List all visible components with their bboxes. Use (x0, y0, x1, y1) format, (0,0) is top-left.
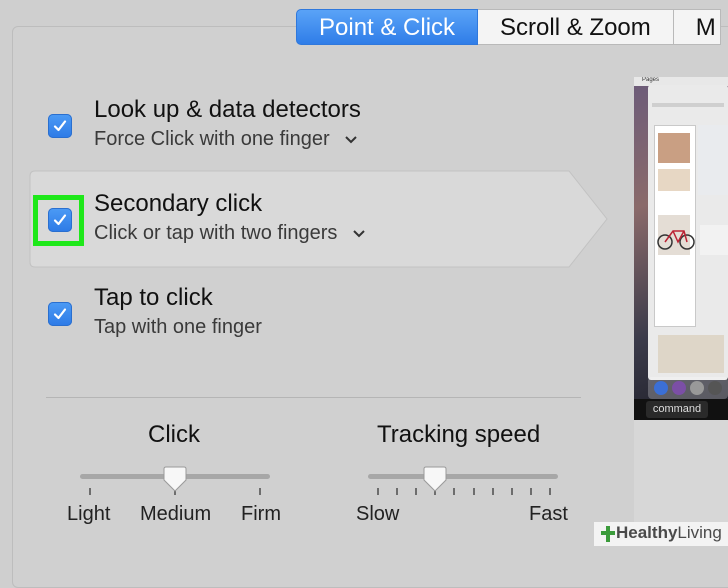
tap-to-click-checkbox[interactable] (48, 302, 72, 326)
click-mid-label: Medium (140, 503, 212, 525)
tracking-tick (415, 488, 418, 495)
click-max-label: Firm (241, 503, 281, 525)
lookup-gesture-menu[interactable]: Force Click with one finger (94, 128, 357, 151)
tracking-tick (396, 488, 399, 495)
tracking-max-label: Fast (529, 503, 568, 525)
checkmark-icon (53, 120, 67, 132)
tracking-tick (510, 488, 513, 495)
tab-point-and-click[interactable]: Point & Click (296, 9, 479, 45)
lookup-title: Look up & data detectors (94, 96, 361, 123)
tap-to-click-subtitle: Tap with one finger (94, 316, 262, 338)
secondary-click-gesture-menu[interactable]: Click or tap with two fingers (94, 222, 365, 245)
tracking-tick (453, 488, 456, 495)
watermark-brand-bold: Healthy (616, 523, 678, 542)
watermark-text: HealthyLiving (616, 523, 722, 543)
tracking-slider-track[interactable] (368, 474, 558, 479)
tracking-tick (529, 488, 532, 495)
tracking-tick (491, 488, 494, 495)
chevron-down-icon (345, 136, 357, 144)
annotation-highlight-box (33, 195, 84, 246)
selected-option-highlight (29, 170, 608, 268)
lookup-checkbox[interactable] (48, 114, 72, 138)
tap-to-click-title: Tap to click (94, 284, 213, 311)
tab-more-gestures[interactable]: M (673, 9, 721, 45)
bicycle-icon (657, 230, 695, 250)
tab-scroll-and-zoom[interactable]: Scroll & Zoom (478, 9, 674, 45)
lookup-gesture-label: Force Click with one finger (94, 128, 330, 150)
preview-command-key: command (646, 401, 708, 418)
tracking-tick (549, 488, 551, 495)
preview-keyboard: command (634, 399, 728, 420)
click-tick (259, 488, 261, 495)
plus-leaf-icon (601, 526, 615, 542)
tracking-min-label: Slow (356, 503, 400, 525)
secondary-click-title: Secondary click (94, 190, 263, 217)
tracking-tick (377, 488, 379, 495)
preview-document-window (648, 85, 728, 380)
checkmark-icon (53, 308, 67, 320)
gesture-preview-video: Pages command (634, 77, 728, 420)
secondary-click-gesture-label: Click or tap with two fingers (94, 222, 338, 244)
click-tick (89, 488, 91, 495)
divider (46, 397, 581, 398)
preview-app-title: Pages (642, 77, 660, 83)
click-slider-label: Click (148, 421, 200, 448)
click-min-label: Light (67, 503, 111, 525)
tracking-tick (472, 488, 475, 495)
click-slider-thumb[interactable] (163, 466, 187, 492)
watermark-brand-rest: Living (677, 523, 722, 542)
preview-dock (648, 377, 728, 399)
chevron-down-icon (353, 230, 365, 238)
tracking-slider-thumb[interactable] (423, 466, 447, 492)
watermark: HealthyLiving (594, 522, 728, 546)
tab-bar: Point & Click Scroll & Zoom M (296, 9, 721, 45)
tracking-slider-label: Tracking speed (377, 421, 541, 448)
